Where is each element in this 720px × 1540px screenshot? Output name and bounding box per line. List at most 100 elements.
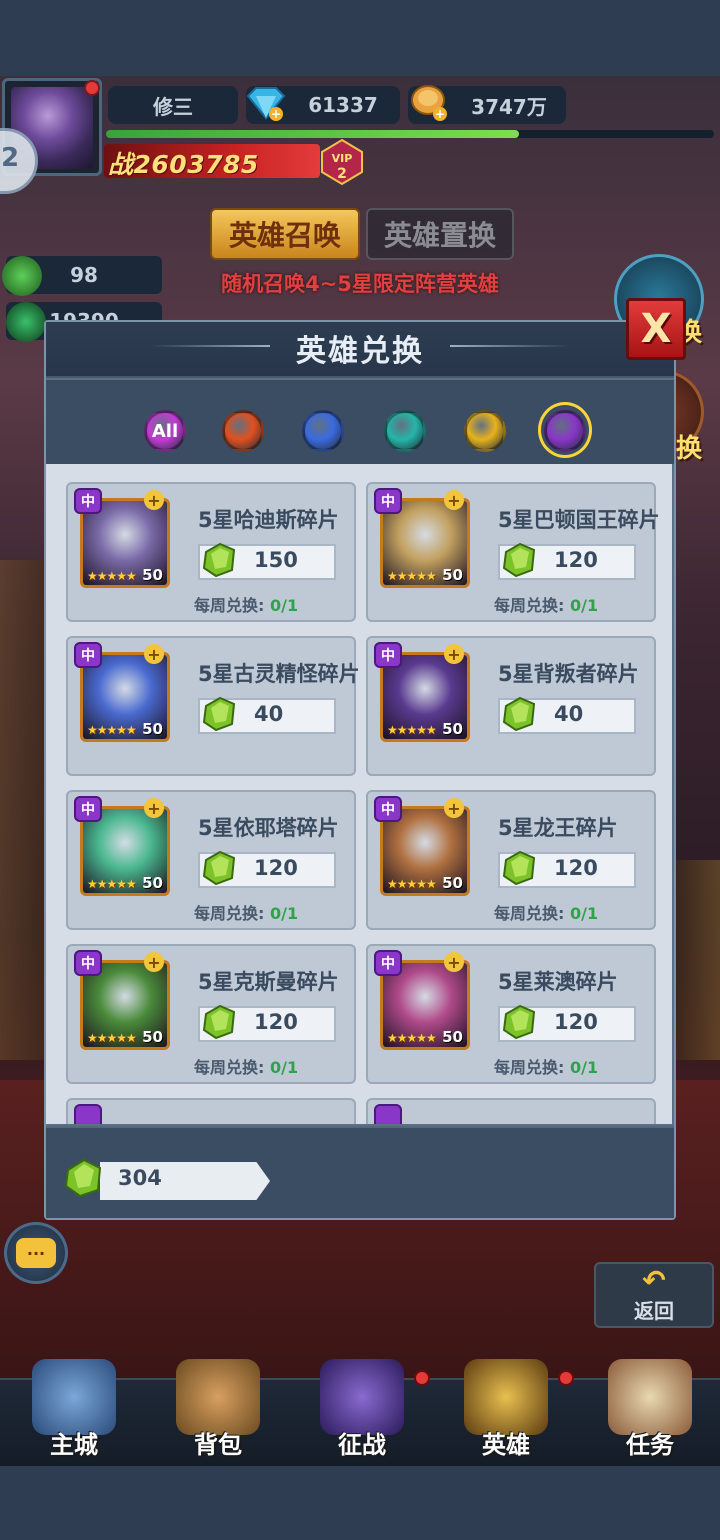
exchange-card[interactable]: ★★★★★ 50 中 +5星克斯曼碎片 120 每周兑换: 0/1: [66, 944, 356, 1084]
gold-coin-plus-icon[interactable]: +: [408, 82, 452, 124]
holy-faction-icon: [302, 410, 344, 452]
faction-filter-2[interactable]: [298, 406, 348, 456]
green-gem-icon: [502, 542, 536, 578]
exchange-card[interactable]: ★★★★★ 50 中 +5星莱澳碎片 120 每周兑换: 0/1: [366, 944, 656, 1084]
weekly-limit: 每周兑换: 0/1: [494, 1054, 598, 1078]
faction-tag: [74, 1104, 102, 1124]
weekly-limit: 每周兑换: 0/1: [194, 1054, 298, 1078]
combat-power: 战2603785: [108, 145, 259, 181]
scene-decoration: [670, 860, 720, 1060]
nav-item-1[interactable]: 背包: [148, 1350, 288, 1460]
weekly-limit-value: 0/1: [569, 904, 599, 923]
exchange-card[interactable]: ★★★★★ 50 中 +5星古灵精怪碎片 40: [66, 636, 360, 776]
exchange-card[interactable]: ★★★★★ 50 中 +5星巴顿国王碎片 120 每周兑换: 0/1: [366, 482, 660, 622]
faction-filter-1[interactable]: [218, 406, 268, 456]
star-rating-icon: ★★★★★: [87, 723, 137, 737]
green-gem-icon: [202, 1004, 236, 1040]
plus-icon: +: [444, 490, 464, 510]
plus-icon: +: [444, 952, 464, 972]
fire-faction-icon: [222, 410, 264, 452]
all-factions-icon: All: [144, 410, 186, 452]
weekly-limit: 每周兑换: 0/1: [494, 592, 598, 616]
faction-tag: 中: [374, 950, 402, 976]
hero-level: 50: [442, 566, 463, 584]
exchange-card[interactable]: ★★★★★ 50 中 +5星龙王碎片 120 每周兑换: 0/1: [366, 790, 656, 930]
faction-selected-ring: [538, 402, 592, 458]
weekly-limit-value: 0/1: [569, 1058, 599, 1077]
faction-tag: 中: [374, 488, 402, 514]
power-label: 战: [108, 150, 134, 179]
green-orb-icon: [6, 302, 46, 342]
weekly-limit-label: 每周兑换:: [494, 904, 565, 923]
backpack-icon: [176, 1359, 260, 1435]
exchange-card-partial[interactable]: [366, 1098, 656, 1124]
nav-item-0[interactable]: 主城: [4, 1350, 144, 1460]
exchange-card-partial[interactable]: [66, 1098, 356, 1124]
nav-label: 背包: [194, 1431, 242, 1459]
faction-filter-0[interactable]: All: [140, 406, 190, 456]
chat-button[interactable]: ···: [4, 1222, 68, 1284]
nav-item-3[interactable]: 英雄: [436, 1350, 576, 1460]
notification-dot: [84, 80, 100, 96]
vip-badge-icon[interactable]: VIP 2: [318, 138, 366, 186]
diamond-plus-icon[interactable]: +: [244, 84, 288, 122]
summon-description: 随机召唤4~5星限定阵营英雄: [221, 272, 499, 296]
green-gem-icon: [202, 850, 236, 886]
hero-helmet-icon: [464, 1359, 548, 1435]
hero-shard-name: 5星古灵精怪碎片: [198, 662, 360, 686]
battle-portal-icon: [320, 1359, 404, 1435]
hero-shard-name: 5星哈迪斯碎片: [198, 508, 339, 532]
nav-label: 主城: [50, 1431, 98, 1459]
weekly-limit-label: 每周兑换:: [494, 596, 565, 615]
green-gem-icon: [64, 1158, 102, 1198]
notification-dot: [414, 1370, 430, 1386]
hero-level: 50: [142, 566, 163, 584]
hero-level: 50: [142, 874, 163, 892]
price-value: 120: [554, 856, 598, 880]
weekly-limit-value: 0/1: [269, 596, 299, 615]
star-rating-icon: ★★★★★: [87, 877, 137, 891]
plus-icon: +: [444, 644, 464, 664]
chat-bubble-icon: ···: [16, 1238, 56, 1268]
nav-item-2[interactable]: 征战: [292, 1350, 432, 1460]
faction-tag: 中: [374, 642, 402, 668]
wing-faction-icon: [464, 410, 506, 452]
side-tab-label: 2: [1, 143, 20, 173]
star-rating-icon: ★★★★★: [387, 877, 437, 891]
plus-icon: +: [144, 644, 164, 664]
exchange-card[interactable]: ★★★★★ 50 中 +5星背叛者碎片 40: [366, 636, 656, 776]
power-value: 2603785: [133, 150, 259, 179]
exchange-list[interactable]: ★★★★★ 50 中 +5星哈迪斯碎片 150 每周兑换: 0/1 ★★★★★ 50 中 +5星巴…: [46, 464, 672, 1124]
weekly-limit-label: 每周兑换:: [194, 596, 265, 615]
faction-filter-4[interactable]: [460, 406, 510, 456]
gem-count-value: 61337: [308, 93, 378, 117]
hero-level: 50: [442, 1028, 463, 1046]
tab-hero-summon[interactable]: 英雄召唤: [210, 208, 360, 260]
faction-tag: 中: [74, 796, 102, 822]
star-rating-icon: ★★★★★: [87, 1031, 137, 1045]
exchange-card[interactable]: ★★★★★ 50 中 +5星哈迪斯碎片 150 每周兑换: 0/1: [66, 482, 356, 622]
gold-count-value: 3747万: [471, 94, 547, 119]
star-rating-icon: ★★★★★: [387, 723, 437, 737]
star-rating-icon: ★★★★★: [387, 1031, 437, 1045]
star-rating-icon: ★★★★★: [387, 569, 437, 583]
tab-hero-swap[interactable]: 英雄置换: [366, 208, 514, 260]
faction-tag: [374, 1104, 402, 1124]
close-button[interactable]: X: [626, 298, 686, 360]
price-value: 40: [254, 702, 284, 726]
back-button[interactable]: ↶ 返回: [594, 1262, 714, 1328]
system-nav-bar: [0, 1466, 720, 1540]
faction-filter-3[interactable]: [380, 406, 430, 456]
nav-item-4[interactable]: 任务: [580, 1350, 720, 1460]
weekly-limit-label: 每周兑换:: [194, 1058, 265, 1077]
price-value: 120: [254, 856, 298, 880]
green-gem-icon: [202, 542, 236, 578]
price-value: 120: [554, 548, 598, 572]
price-value: 40: [554, 702, 584, 726]
green-gem-icon: [502, 850, 536, 886]
close-icon: X: [640, 306, 672, 352]
exchange-card[interactable]: ★★★★★ 50 中 +5星依耶塔碎片 120 每周兑换: 0/1: [66, 790, 356, 930]
weekly-limit-value: 0/1: [569, 596, 599, 615]
hero-shard-name: 5星巴顿国王碎片: [498, 508, 660, 532]
castle-icon: [32, 1359, 116, 1435]
